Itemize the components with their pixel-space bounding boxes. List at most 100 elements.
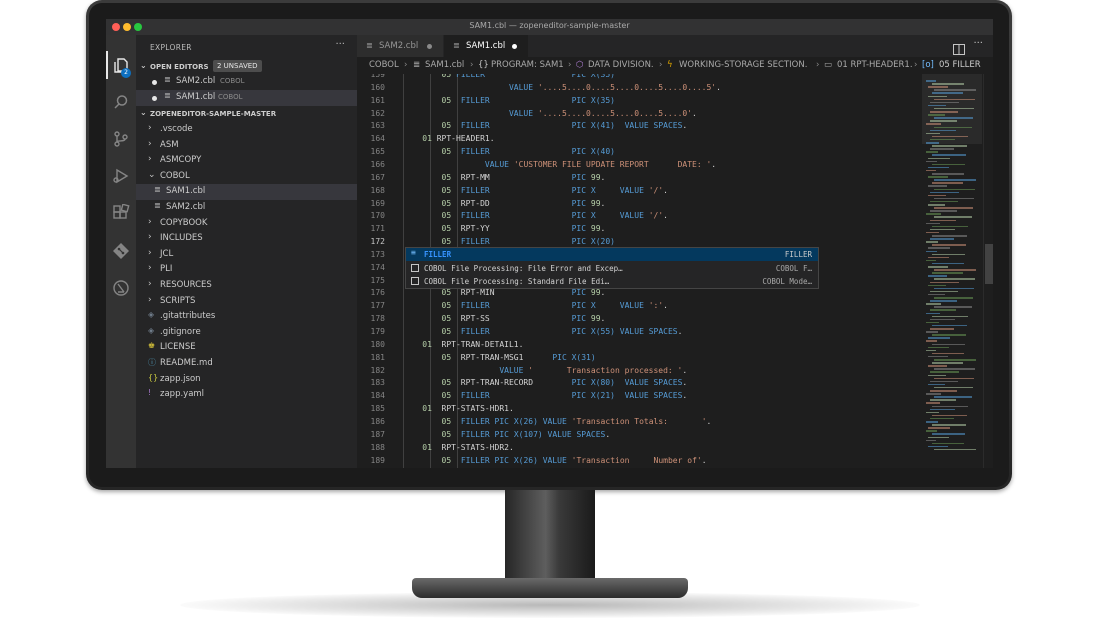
zowe-explorer-icon[interactable]: [112, 279, 130, 297]
unsaved-dot-icon[interactable]: [512, 44, 517, 49]
search-icon[interactable]: [112, 93, 130, 111]
tree-folder[interactable]: › JCL: [136, 247, 357, 263]
tree-folder[interactable]: › INCLUDES: [136, 231, 357, 247]
tab-sam1[interactable]: ≣ SAM1.cbl: [444, 35, 528, 57]
tree-folder[interactable]: › RESOURCES: [136, 278, 357, 294]
code-line[interactable]: VALUE '....5....0....5....0....5....0'.: [403, 109, 697, 118]
breadcrumb-item[interactable]: 01 RPT-HEADER1.: [837, 60, 913, 70]
tree-file[interactable]: ♚ LICENSE: [136, 340, 357, 356]
open-editors-header[interactable]: ⌄ OPEN EDITORS 2 UNSAVED: [136, 59, 357, 74]
code-line[interactable]: 05 RPT-SS PIC 99.: [403, 314, 606, 323]
minimap-line: [932, 442, 964, 445]
code-line[interactable]: 05 FILLER PIC X(35): [403, 96, 615, 105]
extensions-icon[interactable]: [112, 204, 130, 222]
code-line[interactable]: 05 RPT-YY PIC 99.: [403, 224, 606, 233]
code-line[interactable]: 05 FILLER PIC X(35): [403, 74, 615, 79]
minimap-line: [926, 402, 940, 404]
tab-sam2[interactable]: ≣ SAM2.cbl: [357, 35, 443, 57]
code-line[interactable]: 05 FILLER PIC X(55) VALUE SPACES.: [403, 327, 683, 336]
tree-folder[interactable]: › ASM: [136, 138, 357, 154]
breadcrumb-item[interactable]: 05 FILLER: [939, 60, 981, 70]
code-line[interactable]: 05 FILLER PIC X VALUE '/'.: [403, 186, 668, 195]
tree-file[interactable]: ≣ SAM2.cbl: [136, 200, 357, 216]
code-line[interactable]: 01 RPT-STATS-HDR1.: [403, 404, 514, 413]
code-line[interactable]: 05 RPT-MM PIC 99.: [403, 173, 606, 182]
modified-dot-icon[interactable]: [152, 80, 157, 85]
git-remote-icon[interactable]: [112, 242, 130, 260]
code-line[interactable]: 01 RPT-TRAN-DETAIL1.: [403, 340, 523, 349]
minimap-line: [930, 318, 955, 321]
tree-file[interactable]: ◈ .gitignore: [136, 325, 357, 341]
open-editor-item[interactable]: ≣ SAM1.cbl COBOL: [136, 90, 357, 106]
minimap-line: [932, 362, 963, 364]
line-number: 162: [370, 108, 385, 118]
scrollbar-thumb[interactable]: [985, 244, 993, 284]
minimap-line: [932, 414, 967, 417]
minimap-line: [932, 145, 967, 147]
code-line[interactable]: 05 FILLER PIC X(26) VALUE 'Transaction T…: [403, 417, 712, 426]
code-line[interactable]: 05 RPT-TRAN-MSG1 PIC X(31): [403, 353, 596, 362]
tree-folder[interactable]: › COPYBOOK: [136, 216, 357, 232]
run-debug-icon[interactable]: [112, 167, 130, 185]
code-line[interactable]: 05 FILLER PIC X(40): [403, 147, 615, 156]
tree-file[interactable]: ! zapp.yaml: [136, 387, 357, 403]
more-actions-button[interactable]: ···: [335, 39, 345, 50]
code-line[interactable]: 05 FILLER PIC X(26) VALUE 'Transaction N…: [403, 456, 707, 465]
suggestion-item[interactable]: COBOL File Processing: File Error and Ex…: [406, 262, 818, 275]
vertical-scrollbar[interactable]: [983, 74, 993, 468]
minimap[interactable]: [922, 74, 982, 468]
code-line[interactable]: 05 RPT-MIN PIC 99.: [403, 288, 606, 297]
line-number: 183: [370, 378, 385, 388]
code-line[interactable]: 05 RPT-DD PIC 99.: [403, 199, 606, 208]
minimap-line: [926, 321, 939, 324]
file-lines-icon: ≣: [154, 201, 161, 210]
tree-file[interactable]: ≣ SAM1.cbl: [136, 184, 357, 200]
screen: SAM1.cbl — zopeneditor-sample-master 2 E…: [106, 19, 993, 468]
modified-dot-icon[interactable]: [152, 96, 157, 101]
tree-file[interactable]: ◈ .gitattributes: [136, 309, 357, 325]
minimap-line: [934, 107, 974, 110]
code-line[interactable]: 05 FILLER PIC X(20): [403, 237, 615, 246]
tree-folder[interactable]: › PLI: [136, 262, 357, 278]
split-editor-icon[interactable]: [953, 40, 965, 55]
minimap-line: [930, 238, 954, 240]
tree-folder[interactable]: › SCRIPTS: [136, 294, 357, 310]
code-line[interactable]: 05 RPT-TRAN-RECORD PIC X(80) VALUE SPACE…: [403, 378, 688, 387]
code-line[interactable]: VALUE 'CUSTOMER FILE UPDATE REPORT DATE:…: [403, 160, 716, 169]
code-line[interactable]: VALUE '....5....0....5....0....5....0...…: [403, 83, 721, 92]
minimap-line: [934, 287, 974, 290]
source-control-icon[interactable]: [112, 130, 130, 148]
breadcrumb-item[interactable]: COBOL: [369, 60, 399, 70]
minimap-line: [928, 374, 946, 376]
tree-folder[interactable]: ⌄ COBOL: [136, 169, 357, 185]
breadcrumb-item[interactable]: SAM1.cbl: [425, 60, 464, 70]
minimap-line: [932, 405, 968, 407]
code-line[interactable]: 05 FILLER PIC X VALUE '/'.: [403, 211, 668, 220]
code-line[interactable]: 05 FILLER PIC X VALUE ':'.: [403, 301, 668, 310]
tree-folder[interactable]: › ASMCOPY: [136, 153, 357, 169]
tree-folder[interactable]: › .vscode: [136, 122, 357, 138]
tree-item-label: .gitattributes: [160, 311, 216, 322]
minimap-line: [932, 433, 965, 435]
line-number: 171: [370, 224, 385, 234]
code-line[interactable]: 05 FILLER PIC X(41) VALUE SPACES.: [403, 121, 688, 130]
tree-file[interactable]: ⓘ README.md: [136, 356, 357, 372]
suggestion-item[interactable]: ≡ FILLER FILLER: [406, 248, 818, 261]
breadcrumb-item[interactable]: PROGRAM: SAM1: [491, 60, 564, 70]
chevron-right-icon: ›: [470, 60, 474, 70]
editor-more-actions-button[interactable]: ···: [973, 38, 983, 49]
code-line[interactable]: 01 RPT-STATS-HDR2.: [403, 443, 514, 452]
breadcrumb-item[interactable]: WORKING-STORAGE SECTION.: [679, 60, 807, 70]
code-line[interactable]: VALUE ' Transaction processed: '.: [403, 366, 687, 375]
project-header[interactable]: ⌄ ZOPENEDITOR-SAMPLE-MASTER: [136, 106, 357, 121]
code-line[interactable]: 05 FILLER PIC X(21) VALUE SPACES.: [403, 391, 688, 400]
activity-bar: 2: [106, 35, 136, 468]
unsaved-dot-icon[interactable]: [427, 44, 432, 49]
minimap-line: [934, 448, 976, 451]
suggestion-item[interactable]: COBOL File Processing: Standard File Edi…: [406, 275, 818, 288]
code-line[interactable]: 05 FILLER PIC X(107) VALUE SPACES.: [403, 430, 611, 439]
breadcrumb-item[interactable]: DATA DIVISION.: [588, 60, 654, 70]
tree-file[interactable]: {} zapp.json: [136, 372, 357, 388]
open-editor-item[interactable]: ≣ SAM2.cbl COBOL: [136, 74, 357, 90]
code-line[interactable]: 01 RPT-HEADER1.: [403, 134, 494, 143]
